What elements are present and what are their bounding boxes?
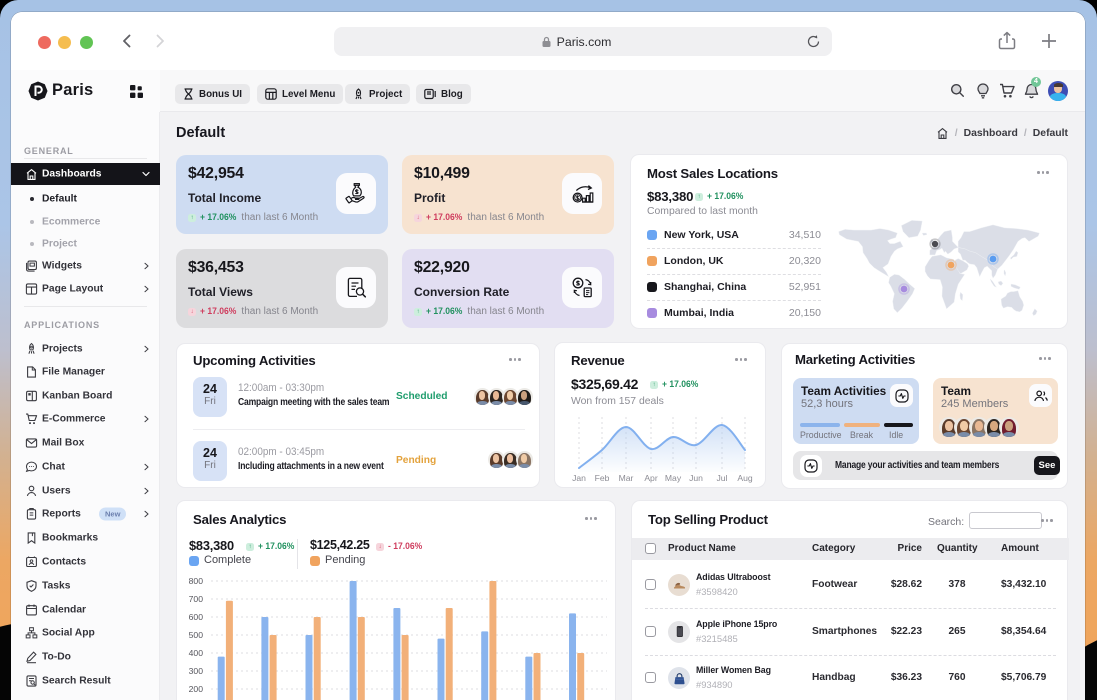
svg-text:500: 500 xyxy=(189,630,204,640)
svg-text:Jul: Jul xyxy=(717,473,728,483)
svg-text:Jun: Jun xyxy=(689,473,703,483)
svg-text:200: 200 xyxy=(189,684,204,694)
svg-text:800: 800 xyxy=(189,576,204,586)
svg-text:300: 300 xyxy=(189,666,204,676)
svg-text:Apr: Apr xyxy=(644,473,658,483)
svg-text:Jan: Jan xyxy=(572,473,586,483)
svg-text:Feb: Feb xyxy=(595,473,610,483)
svg-text:400: 400 xyxy=(189,648,204,658)
svg-text:600: 600 xyxy=(189,612,204,622)
svg-text:Aug: Aug xyxy=(737,473,753,483)
svg-text:May: May xyxy=(665,473,682,483)
svg-text:700: 700 xyxy=(189,594,204,604)
svg-text:Mar: Mar xyxy=(619,473,634,483)
